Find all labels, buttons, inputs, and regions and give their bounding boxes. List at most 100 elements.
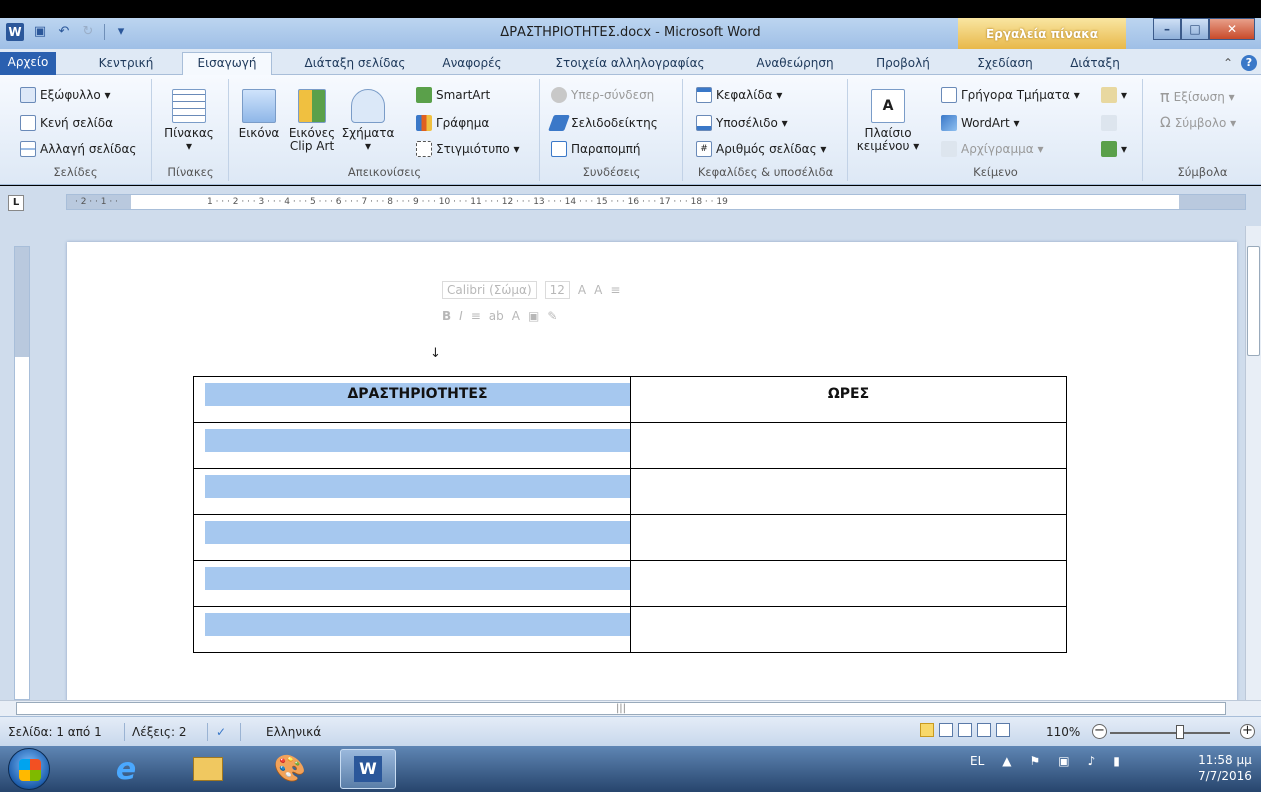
paint-icon[interactable]: 🎨 [262,749,318,789]
vertical-scrollbar[interactable] [1245,226,1261,700]
object-button[interactable]: ▾ [1101,141,1127,157]
blank-page-button[interactable]: Κενή σελίδα [20,115,113,131]
column-select-arrow-icon[interactable]: ↓ [430,346,441,361]
language-status[interactable]: Ελληνικά [266,725,321,739]
input-language[interactable]: EL [970,754,984,768]
tab-home[interactable]: Κεντρική [86,53,166,75]
table-cell[interactable] [193,468,631,515]
horizontal-scroll-thumb[interactable]: ||| [16,702,1226,715]
chart-button[interactable]: Γράφημα [416,115,489,131]
quick-parts-button[interactable]: Γρήγορα Τμήματα ▾ [941,87,1080,103]
zoom-level[interactable]: 110% [1046,725,1080,739]
smartart-button[interactable]: SmartArt [416,87,490,103]
table-cell[interactable] [193,422,631,469]
page-break-button[interactable]: Αλλαγή σελίδας [20,141,136,157]
zoom-in-button[interactable]: + [1240,724,1255,739]
horizontal-ruler[interactable]: · 2 · · 1 · · 1 · · · 2 · · · 3 · · · 4 … [66,194,1246,210]
outline-view-icon[interactable] [977,723,991,737]
table-cell[interactable] [193,606,631,653]
show-hidden-icons-icon[interactable]: ▲ [1002,754,1011,768]
table-cell[interactable] [630,560,1067,607]
shrink-font-icon[interactable]: A [594,283,602,297]
clock[interactable]: 11:58 μμ 7/7/2016 [1198,752,1252,784]
signature-line-button[interactable]: ▾ [1101,87,1127,103]
maximize-button[interactable]: □ [1181,18,1209,40]
volume-icon[interactable]: ♪ [1088,754,1096,768]
table-cell[interactable] [630,468,1067,515]
shading-icon[interactable]: ▣ [528,309,539,323]
table-cell[interactable]: ΩΡΕΣ [630,376,1067,423]
proofing-icon[interactable]: ✓ [216,725,226,739]
print-layout-icon[interactable] [920,723,934,737]
vertical-scroll-thumb[interactable] [1247,246,1260,356]
draft-view-icon[interactable] [996,723,1010,737]
action-center-flag-icon[interactable]: ⚑ [1030,754,1041,768]
activities-table[interactable]: ΔΡΑΣΤΗΡΙΟΤΗΤΕΣ ΩΡΕΣ [193,376,1067,653]
tab-review[interactable]: Αναθεώρηση [740,53,850,75]
word-count[interactable]: Λέξεις: 2 [132,725,186,739]
web-layout-icon[interactable] [958,723,972,737]
mini-font-select[interactable]: Calibri (Σώμα) [442,281,537,299]
document-page[interactable]: Calibri (Σώμα) 12 A A ≡ B I ≡ ab A ▣ ✎ ↓… [67,242,1237,702]
wordart-button[interactable]: WordArt ▾ [941,115,1020,131]
dropcap-button[interactable]: Αρχίγραμμα ▾ [941,141,1043,157]
vertical-ruler[interactable] [14,246,30,700]
mini-toolbar[interactable]: Calibri (Σώμα) 12 A A ≡ B I ≡ ab A ▣ ✎ [436,277,731,339]
tab-insert[interactable]: Εισαγωγή [182,52,272,75]
equation-button[interactable]: π Εξίσωση ▾ [1160,87,1235,106]
tab-design[interactable]: Σχεδίαση [965,53,1045,75]
indent-icon[interactable]: ≡ [610,283,620,297]
table-button[interactable]: Πίνακας ▾ [159,89,219,153]
shapes-button[interactable]: Σχήματα ▾ [340,89,396,153]
page-count[interactable]: Σελίδα: 1 από 1 [8,725,102,739]
center-icon[interactable]: ≡ [471,309,481,323]
symbol-button[interactable]: Ω Σύμβολο ▾ [1160,115,1236,131]
page-number-button[interactable]: # Αριθμός σελίδας ▾ [696,141,826,157]
textbox-button[interactable]: A Πλαίσιο κειμένου ▾ [855,89,921,153]
italic-icon[interactable]: I [459,309,463,323]
tab-layout[interactable]: Διάταξη [1060,53,1130,75]
tab-mailings[interactable]: Στοιχεία αλληλογραφίας [545,53,715,75]
horizontal-scrollbar[interactable]: ||| [0,700,1261,716]
zoom-out-button[interactable]: − [1092,724,1107,739]
tab-selector[interactable]: L [8,195,24,211]
grow-font-icon[interactable]: A [578,283,586,297]
clipart-button[interactable]: Εικόνες Clip Art [284,89,340,153]
table-cell[interactable]: ΔΡΑΣΤΗΡΙΟΤΗΤΕΣ [193,376,631,423]
tab-file[interactable]: Αρχείο [0,52,56,75]
battery-icon[interactable]: ▮ [1113,754,1120,768]
picture-button[interactable]: Εικόνα [236,89,282,140]
help-icon[interactable]: ? [1241,55,1257,71]
font-color-icon[interactable]: A [512,309,520,323]
bold-icon[interactable]: B [442,309,451,323]
minimize-button[interactable]: – [1153,18,1181,40]
screenshot-button[interactable]: Στιγμιότυπο ▾ [416,141,520,157]
hyperlink-button[interactable]: Υπερ-σύνδεση [551,87,654,103]
zoom-slider[interactable] [1110,732,1230,734]
minimize-ribbon-icon[interactable]: ⌃ [1223,56,1233,70]
table-cell[interactable] [193,560,631,607]
tab-page-layout[interactable]: Διάταξη σελίδας [295,53,415,75]
table-cell[interactable] [630,514,1067,561]
table-cell[interactable] [630,606,1067,653]
word-taskbar-icon[interactable]: W [340,749,396,789]
network-icon[interactable]: ▣ [1058,754,1069,768]
table-cell[interactable] [630,422,1067,469]
table-cell[interactable] [193,514,631,561]
bookmark-button[interactable]: Σελιδοδείκτης [548,115,658,131]
header-button[interactable]: Κεφαλίδα ▾ [696,87,782,103]
zoom-slider-thumb[interactable] [1176,725,1184,739]
mini-size-select[interactable]: 12 [544,281,570,299]
full-screen-reading-icon[interactable] [939,723,953,737]
crossref-button[interactable]: Παραπομπή [551,141,641,157]
close-button[interactable]: ✕ [1209,18,1255,40]
footer-button[interactable]: Υποσέλιδο ▾ [696,115,788,131]
cover-page-button[interactable]: Εξώφυλλο ▾ [20,87,111,103]
tab-view[interactable]: Προβολή [868,53,938,75]
start-button[interactable] [8,748,50,790]
tab-references[interactable]: Αναφορές [432,53,512,75]
highlight-icon[interactable]: ab [489,309,504,323]
format-painter-icon[interactable]: ✎ [547,309,557,323]
file-explorer-icon[interactable] [180,749,236,789]
date-time-button[interactable] [1101,115,1117,131]
